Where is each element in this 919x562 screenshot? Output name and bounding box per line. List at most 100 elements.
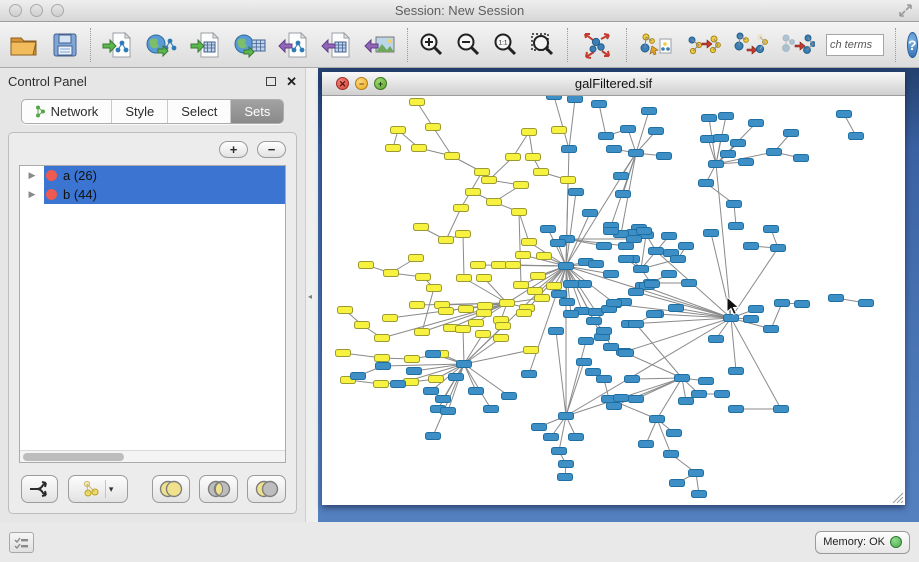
graph-node[interactable] [729, 406, 744, 413]
graph-node[interactable] [456, 231, 471, 238]
graph-node[interactable] [795, 301, 810, 308]
graph-node[interactable] [500, 300, 515, 307]
graph-node[interactable] [512, 209, 527, 216]
graph-node[interactable] [667, 430, 682, 437]
graph-node[interactable] [552, 291, 567, 298]
graph-node[interactable] [383, 315, 398, 322]
tab-select[interactable]: Select [168, 100, 231, 123]
graph-node[interactable] [629, 321, 644, 328]
graph-node[interactable] [771, 245, 786, 252]
graph-node[interactable] [547, 96, 562, 100]
graph-node[interactable] [534, 169, 549, 176]
graph-node[interactable] [569, 189, 584, 196]
graph-node[interactable] [739, 159, 754, 166]
graph-node[interactable] [604, 344, 619, 351]
merge-networks-button[interactable] [732, 30, 768, 60]
graph-node[interactable] [579, 338, 594, 345]
graph-node[interactable] [484, 406, 499, 413]
graph-node[interactable] [456, 326, 471, 333]
graph-node[interactable] [607, 146, 622, 153]
graph-node[interactable] [670, 480, 685, 487]
remove-set-button[interactable]: − [257, 141, 286, 158]
close-panel-icon[interactable]: ✕ [286, 75, 297, 88]
float-panel-icon[interactable] [266, 77, 276, 86]
graph-node[interactable] [744, 243, 759, 250]
union-sets-button[interactable] [152, 475, 191, 503]
graph-node[interactable] [568, 96, 583, 103]
add-set-button[interactable]: + [219, 141, 248, 158]
chevron-down-icon[interactable]: ▾ [109, 484, 114, 495]
network-minimize-button[interactable]: − [355, 77, 368, 90]
graph-node[interactable] [634, 266, 649, 273]
tab-sets[interactable]: Sets [231, 100, 283, 123]
graph-node[interactable] [407, 368, 422, 375]
graph-node[interactable] [699, 180, 714, 187]
graph-node[interactable] [384, 270, 399, 277]
export-table-button[interactable] [321, 31, 353, 59]
graph-node[interactable] [569, 434, 584, 441]
apply-layout-button[interactable] [579, 30, 615, 60]
graph-node[interactable] [494, 335, 509, 342]
graph-node[interactable] [561, 177, 576, 184]
help-button[interactable]: ? [907, 32, 918, 58]
graph-node[interactable] [469, 320, 484, 327]
graph-node[interactable] [629, 289, 644, 296]
graph-node[interactable] [415, 329, 430, 336]
graph-node[interactable] [702, 115, 717, 122]
graph-node[interactable] [524, 347, 539, 354]
graph-node[interactable] [629, 150, 644, 157]
graph-node[interactable] [749, 306, 764, 313]
graph-node[interactable] [604, 271, 619, 278]
graph-node[interactable] [544, 434, 559, 441]
graph-node[interactable] [477, 310, 492, 317]
collapse-splitter-icon[interactable]: ◂ [308, 292, 312, 301]
graph-node[interactable] [537, 253, 552, 260]
graph-node[interactable] [607, 300, 622, 307]
import-network-file-button[interactable] [102, 31, 134, 59]
graph-node[interactable] [552, 448, 567, 455]
graph-node[interactable] [637, 228, 652, 235]
graph-node[interactable] [336, 350, 351, 357]
graph-node[interactable] [692, 391, 707, 398]
graph-node[interactable] [522, 129, 537, 136]
graph-node[interactable] [729, 223, 744, 230]
graph-node[interactable] [614, 173, 629, 180]
graph-node[interactable] [374, 381, 389, 388]
import-table-file-button[interactable] [190, 31, 222, 59]
graph-node[interactable] [426, 124, 441, 131]
graph-node[interactable] [671, 256, 686, 263]
graph-node[interactable] [410, 99, 425, 106]
select-nodes-button[interactable] [685, 30, 721, 60]
graph-node[interactable] [459, 306, 474, 313]
graph-node[interactable] [405, 356, 420, 363]
graph-node[interactable] [376, 363, 391, 370]
graph-node[interactable] [662, 271, 677, 278]
graph-node[interactable] [692, 491, 707, 498]
export-network-button[interactable] [278, 31, 310, 59]
graph-node[interactable] [386, 145, 401, 152]
graph-node[interactable] [649, 248, 664, 255]
graph-node[interactable] [621, 126, 636, 133]
graph-node[interactable] [429, 376, 444, 383]
graph-node[interactable] [351, 373, 366, 380]
graph-node[interactable] [532, 424, 547, 431]
graph-node[interactable] [492, 262, 507, 269]
graph-node[interactable] [457, 275, 472, 282]
graph-node[interactable] [699, 378, 714, 385]
graph-node[interactable] [466, 189, 481, 196]
graph-node[interactable] [516, 252, 531, 259]
graph-node[interactable] [457, 361, 472, 368]
graph-node[interactable] [639, 441, 654, 448]
graph-node[interactable] [709, 161, 724, 168]
graph-node[interactable] [482, 177, 497, 184]
graph-node[interactable] [514, 182, 529, 189]
graph-node[interactable] [551, 240, 566, 247]
graph-node[interactable] [664, 451, 679, 458]
graph-node[interactable] [564, 281, 579, 288]
graph-node[interactable] [526, 154, 541, 161]
graph-node[interactable] [439, 308, 454, 315]
graph-node[interactable] [619, 243, 634, 250]
graph-node[interactable] [558, 474, 573, 481]
graph-node[interactable] [391, 381, 406, 388]
graph-node[interactable] [587, 318, 602, 325]
